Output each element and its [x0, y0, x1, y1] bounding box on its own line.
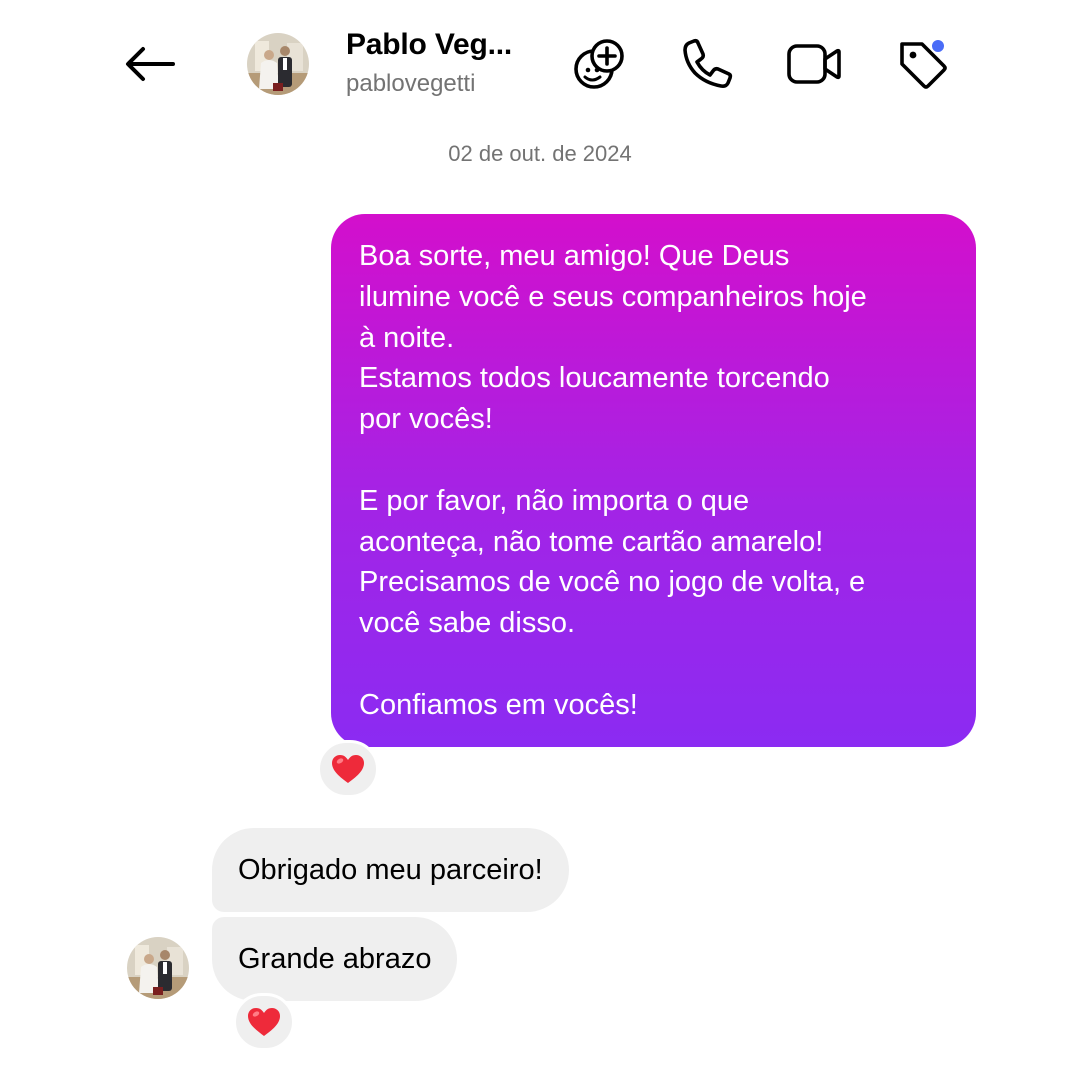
contact-avatar[interactable] [247, 33, 309, 95]
effects-button[interactable] [570, 34, 630, 94]
sent-message-bubble[interactable]: Boa sorte, meu amigo! Que Deus ilumine v… [331, 214, 976, 747]
reaction-badge[interactable] [317, 740, 379, 798]
sent-message-text: Boa sorte, meu amigo! Que Deus ilumine v… [359, 240, 867, 721]
effects-icon [574, 39, 624, 89]
phone-icon [683, 38, 733, 88]
back-arrow-icon [126, 47, 175, 81]
back-button[interactable] [118, 36, 180, 92]
label-button[interactable] [892, 34, 952, 94]
received-message-bubble[interactable]: Grande abrazo [212, 917, 458, 1001]
heart-icon [248, 1008, 280, 1036]
received-message-bubble[interactable]: Obrigado meu parceiro! [212, 828, 569, 912]
contact-name[interactable]: Pablo Veg... [346, 28, 512, 62]
video-call-button[interactable] [784, 34, 844, 94]
notification-dot [930, 38, 946, 54]
heart-icon [332, 755, 364, 783]
received-message-text: Obrigado meu parceiro! [238, 853, 543, 886]
sender-avatar[interactable] [127, 937, 189, 999]
received-message-text: Grande abrazo [238, 942, 432, 975]
reaction-badge[interactable] [233, 993, 295, 1051]
video-icon [787, 44, 841, 84]
contact-username: pablovegetti [346, 70, 476, 97]
call-button[interactable] [678, 34, 738, 94]
date-separator: 02 de out. de 2024 [448, 141, 632, 166]
chat-screen: Pablo Veg... pablovegetti 02 de out. de … [0, 0, 1080, 1080]
